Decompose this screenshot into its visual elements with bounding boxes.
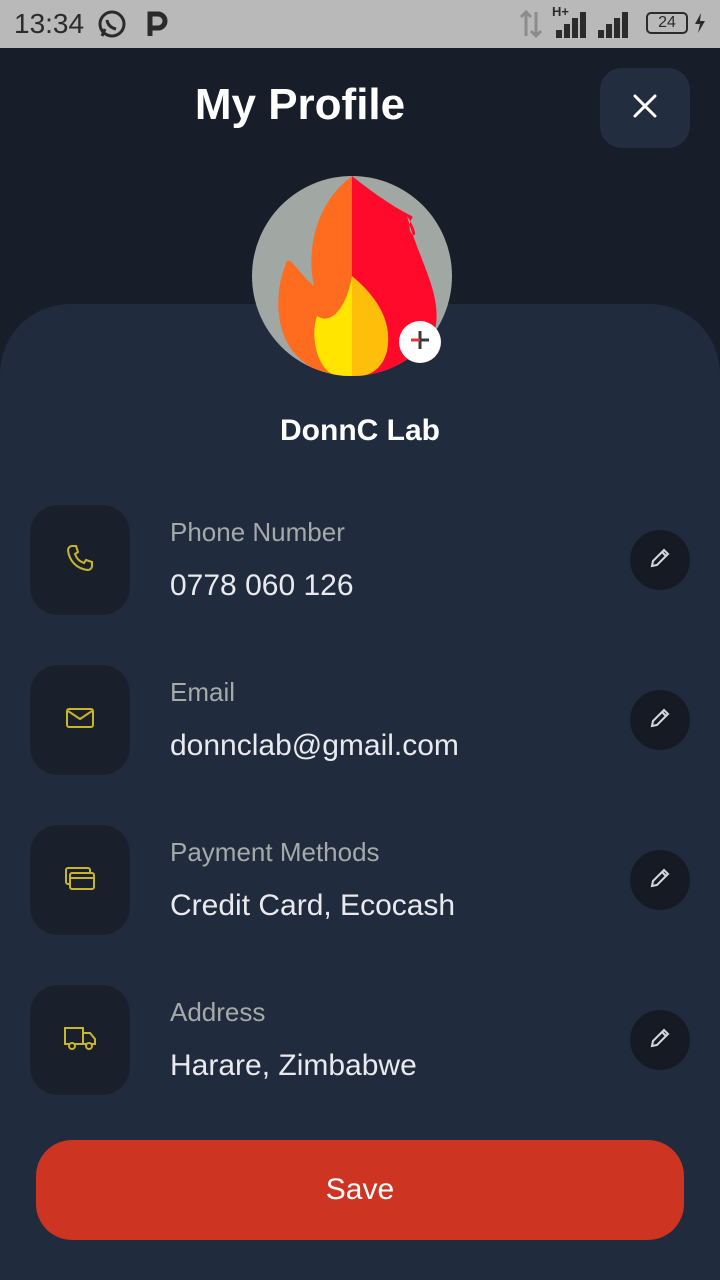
mail-icon xyxy=(65,706,95,735)
field-row-email: Email donnclab@gmail.com xyxy=(0,665,720,775)
field-value: Harare, Zimbabwe xyxy=(170,1049,417,1082)
pencil-icon xyxy=(648,1026,672,1055)
field-row-phone: Phone Number 0778 060 126 xyxy=(0,505,720,615)
field-value: donnclab@gmail.com xyxy=(170,729,459,762)
field-value: Credit Card, Ecocash xyxy=(170,889,456,922)
phone-icon xyxy=(65,543,95,578)
edit-phone-button[interactable] xyxy=(630,530,690,590)
status-time: 13:34 xyxy=(14,8,85,39)
field-label: Phone Number xyxy=(170,517,345,547)
pencil-icon xyxy=(648,546,672,575)
add-photo-button[interactable] xyxy=(399,321,441,363)
field-label: Email xyxy=(170,677,236,707)
phone-icon-box xyxy=(30,505,130,615)
battery-icon: 24 xyxy=(646,12,688,34)
charging-icon xyxy=(694,12,706,39)
whatsapp-icon xyxy=(96,8,128,45)
signal-icon-2 xyxy=(596,8,632,45)
pencil-icon xyxy=(648,706,672,735)
p-app-icon xyxy=(146,8,170,45)
close-icon xyxy=(632,93,658,124)
status-bar: 13:34 H+ 24 xyxy=(0,0,720,48)
field-label: Payment Methods xyxy=(170,837,380,867)
signal-icon xyxy=(554,8,590,45)
truck-icon-box xyxy=(30,985,130,1095)
field-row-address: Address Harare, Zimbabwe xyxy=(0,985,720,1095)
save-button[interactable]: Save xyxy=(36,1140,684,1240)
field-label: Address xyxy=(170,997,266,1027)
mail-icon-box xyxy=(30,665,130,775)
field-row-payment: Payment Methods Credit Card, Ecocash xyxy=(0,825,720,935)
plus-icon xyxy=(409,329,431,356)
cards-icon-box xyxy=(30,825,130,935)
pencil-icon xyxy=(648,866,672,895)
close-button[interactable] xyxy=(600,68,690,148)
page-title: My Profile xyxy=(194,80,406,129)
edit-email-button[interactable] xyxy=(630,690,690,750)
profile-name: DonnC Lab xyxy=(280,414,440,447)
edit-address-button[interactable] xyxy=(630,1010,690,1070)
truck-icon xyxy=(63,1024,97,1057)
data-arrows-icon xyxy=(518,8,544,45)
edit-payment-button[interactable] xyxy=(630,850,690,910)
cards-icon xyxy=(64,865,96,896)
profile-sheet xyxy=(0,304,720,1280)
field-value: 0778 060 126 xyxy=(170,569,354,602)
